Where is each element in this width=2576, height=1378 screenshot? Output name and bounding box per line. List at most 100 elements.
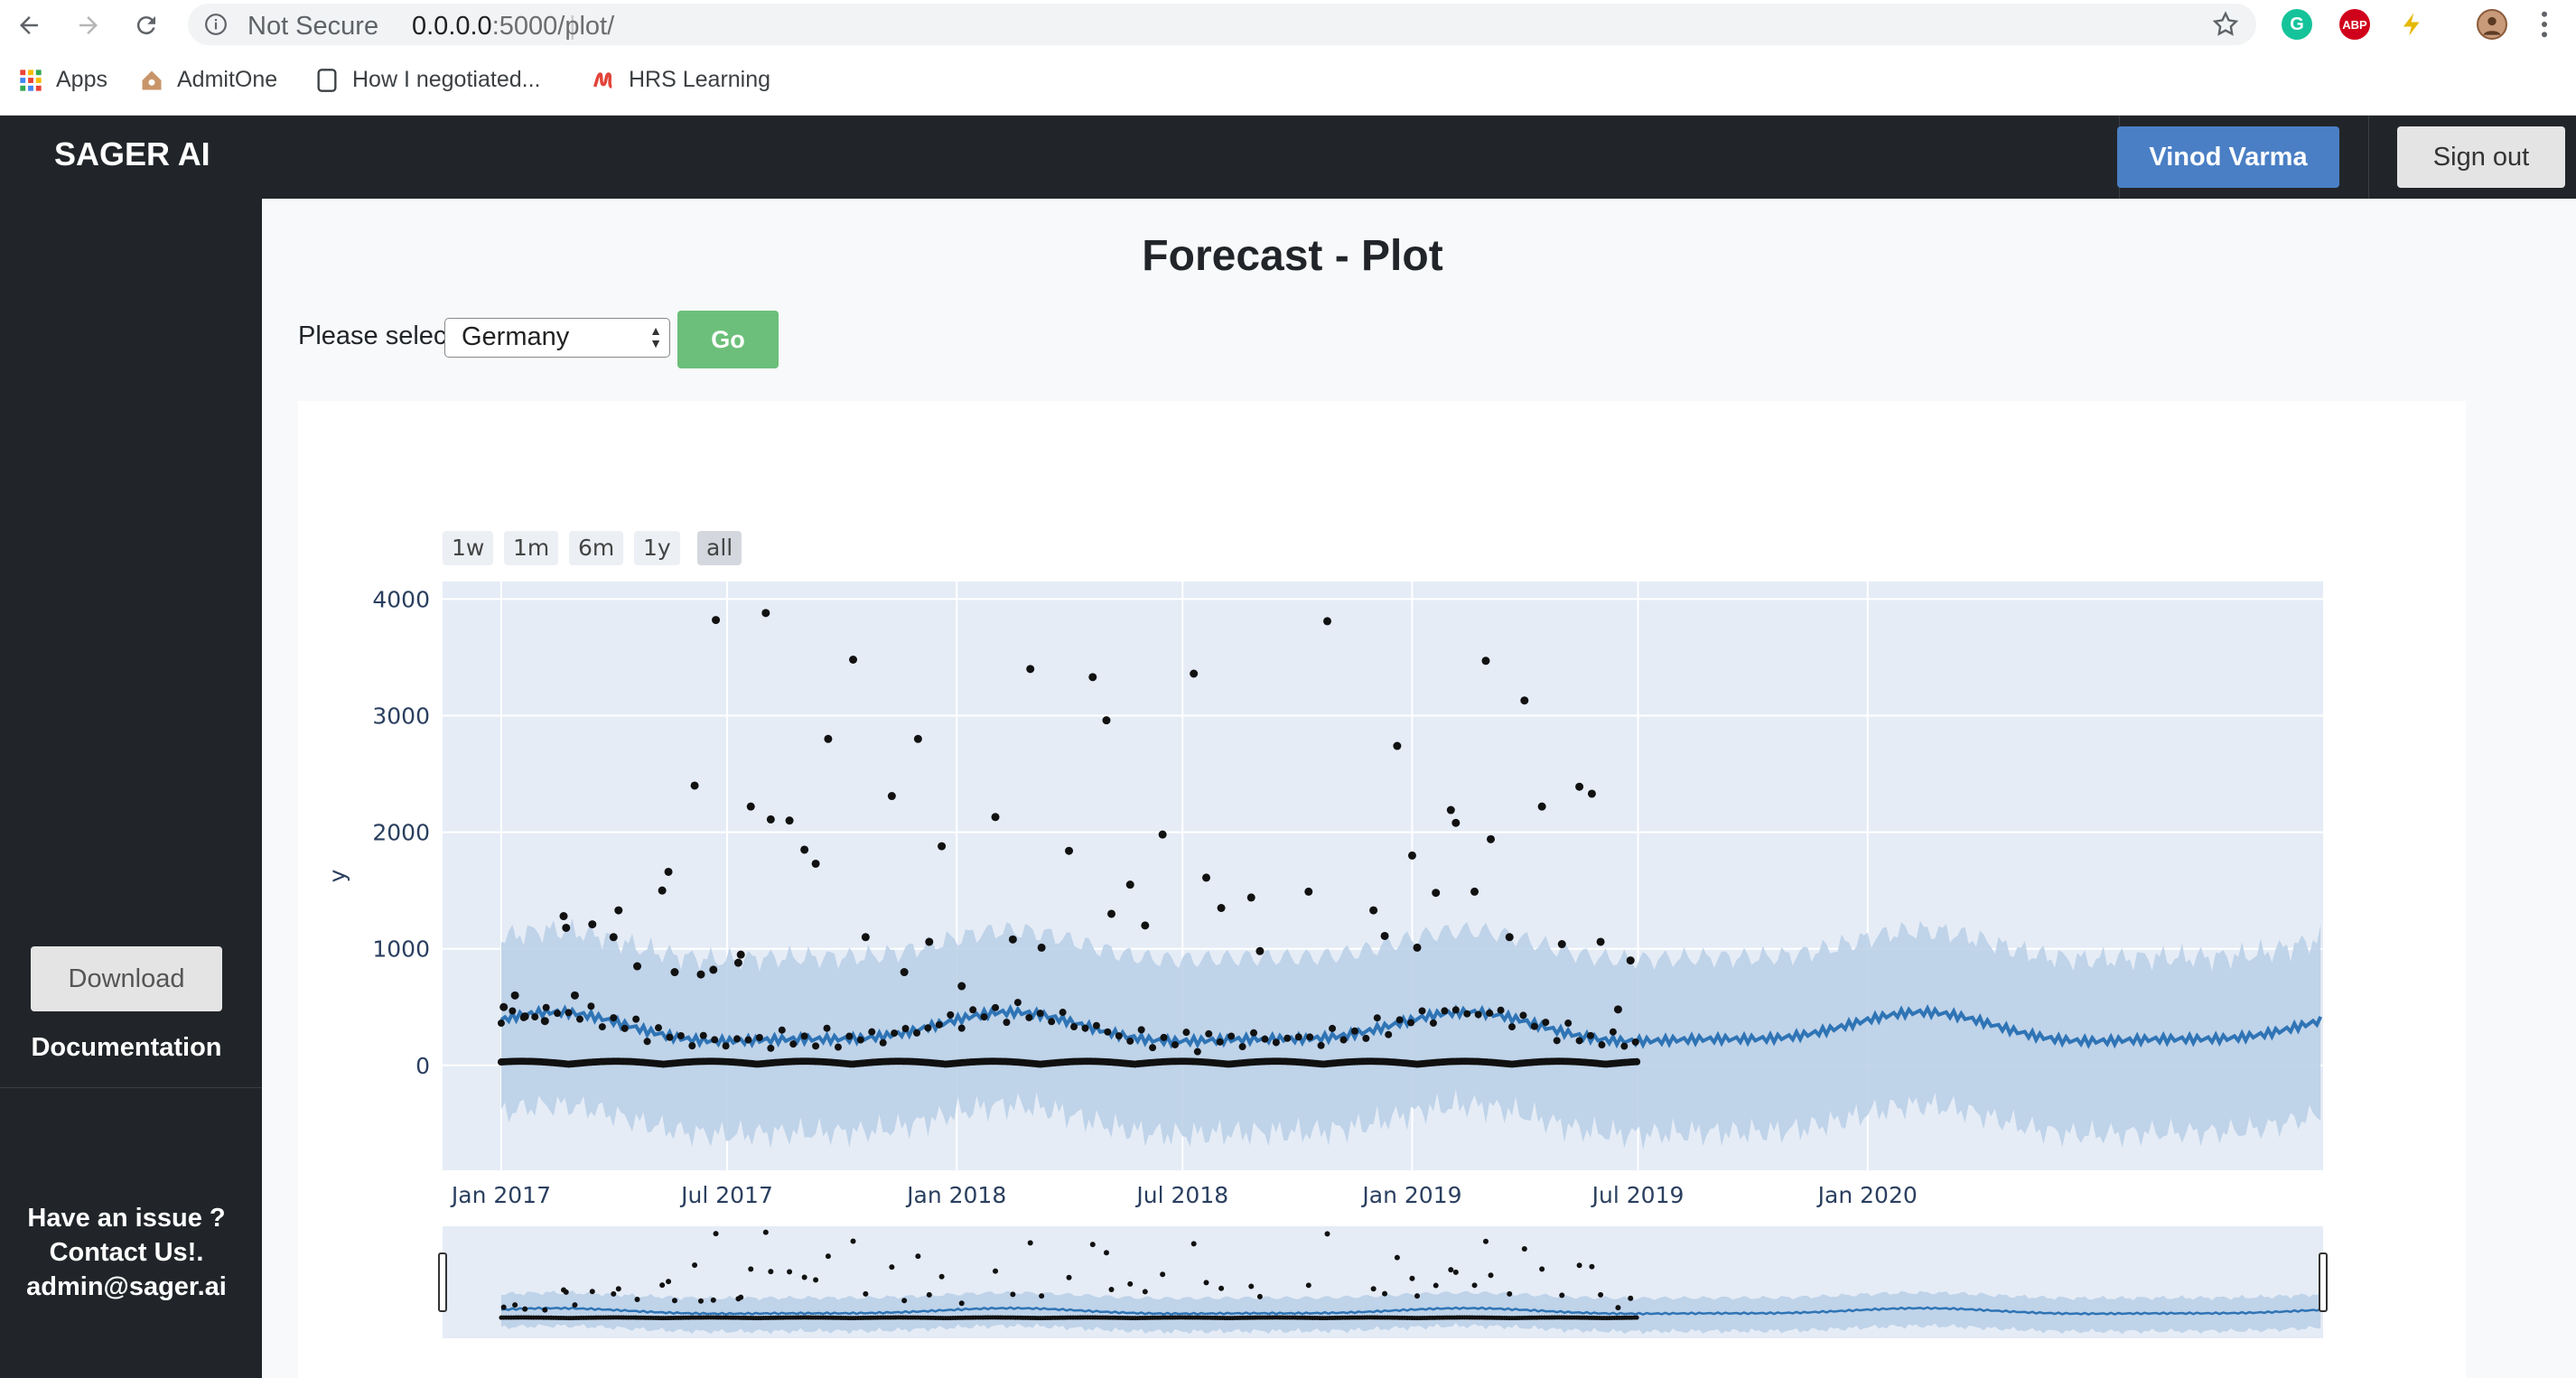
bookmark-how-i-negotiated[interactable]: How I negotiated...	[314, 67, 540, 93]
forward-icon[interactable]	[69, 5, 108, 45]
slider-data-point	[692, 1262, 698, 1268]
data-point	[935, 1020, 943, 1029]
data-point	[1407, 851, 1416, 860]
data-point	[655, 1024, 663, 1032]
data-point	[1631, 1038, 1639, 1046]
url-text[interactable]: 0.0.0.0:5000/plot/	[412, 12, 614, 42]
select-label: Please select	[298, 321, 454, 350]
data-point	[666, 1033, 674, 1041]
profile-avatar-icon[interactable]	[2477, 9, 2507, 40]
bookmark-apps[interactable]: Apps	[18, 67, 107, 93]
range-slider-handle-right[interactable]	[2319, 1252, 2328, 1312]
lightning-extension-icon[interactable]	[2397, 9, 2428, 40]
grammarly-icon[interactable]: G	[2282, 9, 2312, 40]
contact-cta: Contact Us!.	[49, 1238, 204, 1267]
data-point	[1216, 1038, 1224, 1046]
range-button-1y[interactable]: 1y	[634, 531, 680, 565]
country-select-value: Germany	[462, 322, 570, 351]
data-point	[887, 792, 896, 801]
data-point	[722, 1042, 730, 1050]
range-button-1m[interactable]: 1m	[504, 531, 559, 565]
adblock-icon[interactable]: ABP	[2339, 9, 2370, 40]
data-point	[1160, 1033, 1168, 1041]
data-point	[1407, 1019, 1415, 1027]
data-point	[711, 1036, 719, 1044]
data-point	[1149, 1044, 1157, 1052]
x-tick-label: Jul 2018	[1134, 1182, 1228, 1208]
documentation-link[interactable]: Documentation	[0, 1033, 253, 1063]
data-point	[1350, 1027, 1358, 1035]
slider-data-point	[1108, 1286, 1115, 1292]
slider-data-point	[768, 1269, 774, 1275]
user-profile-button[interactable]: Vinod Varma	[2117, 126, 2339, 188]
data-point	[677, 1031, 685, 1039]
data-point	[670, 968, 679, 977]
data-point	[767, 1044, 775, 1052]
slider-data-point	[542, 1307, 548, 1313]
data-point	[879, 1038, 887, 1047]
data-point	[1193, 1047, 1201, 1056]
apps-grid-icon	[20, 69, 42, 91]
data-point	[891, 1029, 899, 1038]
data-point	[699, 1031, 707, 1039]
data-point	[1036, 1010, 1044, 1018]
data-point	[991, 813, 1000, 822]
bookmark-label: How I negotiated...	[352, 67, 541, 92]
go-button[interactable]: Go	[677, 311, 779, 368]
data-point	[1158, 830, 1167, 839]
data-point	[800, 845, 809, 854]
data-point	[1025, 1013, 1033, 1021]
data-point	[1088, 673, 1097, 682]
bookmark-star-icon[interactable]	[2211, 10, 2240, 43]
range-slider-handle-left[interactable]	[438, 1252, 447, 1312]
data-point	[1059, 1009, 1067, 1017]
slider-data-point	[748, 1266, 754, 1272]
slider-data-point	[500, 1304, 507, 1310]
data-point	[1373, 1014, 1381, 1022]
slider-data-point	[926, 1291, 932, 1298]
slider-data-point	[1507, 1290, 1513, 1297]
range-button-6m[interactable]: 6m	[569, 531, 624, 565]
hrs-learning-icon	[593, 71, 613, 88]
bookmark-hrs-learning[interactable]: HRS Learning	[591, 67, 770, 93]
slider-data-point	[697, 1298, 704, 1304]
data-point	[509, 1007, 517, 1015]
brand-logo[interactable]: SAGER AI	[54, 135, 210, 173]
data-point	[834, 1043, 842, 1051]
address-bar[interactable]: Not Secure | 0.0.0.0:5000/plot/	[188, 4, 2256, 45]
slider-data-point	[1628, 1295, 1634, 1301]
range-button-1w[interactable]: 1w	[443, 531, 494, 565]
slider-data-point	[1576, 1262, 1582, 1269]
reload-icon[interactable]	[126, 5, 166, 45]
data-point	[499, 1002, 509, 1011]
download-button[interactable]: Download	[31, 946, 222, 1011]
slider-data-point	[1471, 1282, 1478, 1289]
sign-out-button[interactable]: Sign out	[2397, 126, 2565, 188]
bookmark-admitone[interactable]: AdmitOne	[139, 67, 277, 93]
data-point	[1596, 937, 1605, 946]
data-point	[1362, 1034, 1370, 1042]
data-point	[812, 1042, 820, 1050]
contact-email[interactable]: admin@sager.ai	[0, 1270, 253, 1304]
bookmark-label: AdmitOne	[177, 67, 278, 92]
slider-data-point	[1160, 1271, 1166, 1278]
slider-data-point	[762, 1229, 769, 1235]
menu-kebab-icon[interactable]	[2529, 9, 2560, 40]
data-point	[1587, 789, 1596, 798]
slider-data-point	[1539, 1266, 1545, 1272]
back-icon[interactable]	[9, 5, 49, 45]
data-point	[924, 1024, 932, 1032]
info-icon[interactable]	[204, 13, 228, 41]
data-point	[510, 991, 519, 1000]
data-point	[1505, 933, 1514, 942]
data-point	[632, 1015, 640, 1023]
data-point	[785, 816, 794, 825]
data-point	[1317, 1041, 1325, 1049]
data-point	[861, 933, 870, 942]
range-button-all[interactable]: all	[697, 531, 742, 565]
bookmark-label: HRS Learning	[629, 67, 771, 92]
slider-data-point	[801, 1274, 807, 1280]
slider-data-point	[1248, 1283, 1255, 1290]
select-arrows-icon: ▲ ▼	[649, 323, 662, 350]
country-select[interactable]: Germany ▲ ▼	[444, 318, 670, 358]
